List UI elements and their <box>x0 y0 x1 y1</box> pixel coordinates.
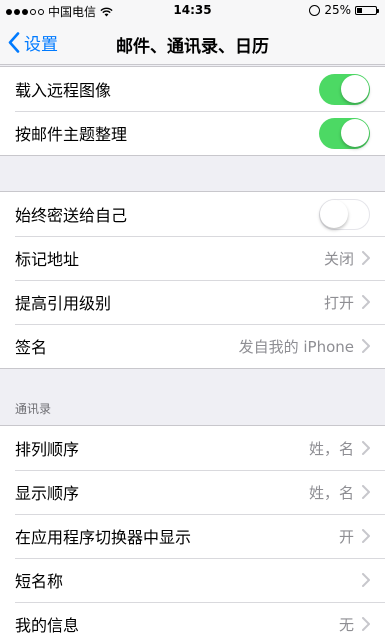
section-header-contacts: 通讯录 <box>0 369 385 425</box>
row-my-info[interactable]: 我的信息 无 <box>0 602 385 638</box>
row-value: 关闭 <box>323 249 354 268</box>
chevron-right-icon <box>362 485 370 499</box>
row-signature[interactable]: 签名 发自我的 iPhone <box>0 324 385 368</box>
row-show-in-app-switcher[interactable]: 在应用程序切换器中显示 开 <box>0 514 385 558</box>
row-sort-order[interactable]: 排列顺序 姓，名 <box>0 426 385 470</box>
row-label: 短名称 <box>15 572 64 591</box>
settings-content: 载入远程图像 按邮件主题整理 始终密送给自己 标记地址 关闭 提高引用级别 打开 <box>0 65 385 638</box>
settings-group-composing: 始终密送给自己 标记地址 关闭 提高引用级别 打开 签名 发自我的 iPhone <box>0 191 385 369</box>
status-bar: 中国电信 14:35 25% <box>0 0 385 21</box>
load-remote-images-toggle[interactable] <box>319 73 370 105</box>
row-label: 始终密送给自己 <box>15 206 128 225</box>
row-always-bcc-myself: 始终密送给自己 <box>0 192 385 236</box>
row-value: 姓，名 <box>308 483 354 502</box>
chevron-right-icon <box>362 573 370 587</box>
organize-by-thread-toggle[interactable] <box>319 117 370 149</box>
rotation-lock-icon <box>309 4 321 16</box>
chevron-right-icon <box>362 339 370 353</box>
battery-icon <box>355 5 379 15</box>
row-label: 提高引用级别 <box>15 294 112 313</box>
row-display-order[interactable]: 显示顺序 姓，名 <box>0 470 385 514</box>
row-mark-addresses[interactable]: 标记地址 关闭 <box>0 236 385 280</box>
row-label: 标记地址 <box>15 250 80 269</box>
chevron-right-icon <box>362 295 370 309</box>
row-label: 我的信息 <box>15 616 80 635</box>
row-value: 打开 <box>323 293 354 312</box>
row-value: 无 <box>338 615 354 634</box>
row-increase-quote-level[interactable]: 提高引用级别 打开 <box>0 280 385 324</box>
settings-group-messages: 载入远程图像 按邮件主题整理 <box>0 66 385 156</box>
page-title: 邮件、通讯录、日历 <box>116 37 269 57</box>
chevron-right-icon <box>362 441 370 455</box>
chevron-right-icon <box>362 529 370 543</box>
row-label: 按邮件主题整理 <box>15 125 128 144</box>
screen: 中国电信 14:35 25% 设置 邮件、通讯录、日历 载入远程图像 按邮件主题… <box>0 0 385 638</box>
always-bcc-myself-toggle[interactable] <box>319 198 370 230</box>
settings-group-contacts: 排列顺序 姓，名 显示顺序 姓，名 在应用程序切换器中显示 开 短名称 我的信息… <box>0 425 385 638</box>
row-label: 在应用程序切换器中显示 <box>15 528 192 547</box>
row-value: 姓，名 <box>308 439 354 458</box>
status-right: 25% <box>309 3 379 17</box>
navigation-bar: 设置 邮件、通讯录、日历 <box>0 21 385 65</box>
row-value: 开 <box>338 527 354 546</box>
row-label: 排列顺序 <box>15 440 80 459</box>
row-short-name[interactable]: 短名称 <box>0 558 385 602</box>
battery-percent: 25% <box>324 3 351 17</box>
row-load-remote-images: 载入远程图像 <box>0 67 385 111</box>
row-organize-by-thread: 按邮件主题整理 <box>0 111 385 155</box>
row-label: 载入远程图像 <box>15 81 112 100</box>
section-header-label: 通讯录 <box>15 402 52 416</box>
row-label: 显示顺序 <box>15 484 80 503</box>
chevron-right-icon <box>362 617 370 631</box>
row-label: 签名 <box>15 338 48 357</box>
row-value: 发自我的 iPhone <box>238 337 354 356</box>
chevron-right-icon <box>362 251 370 265</box>
